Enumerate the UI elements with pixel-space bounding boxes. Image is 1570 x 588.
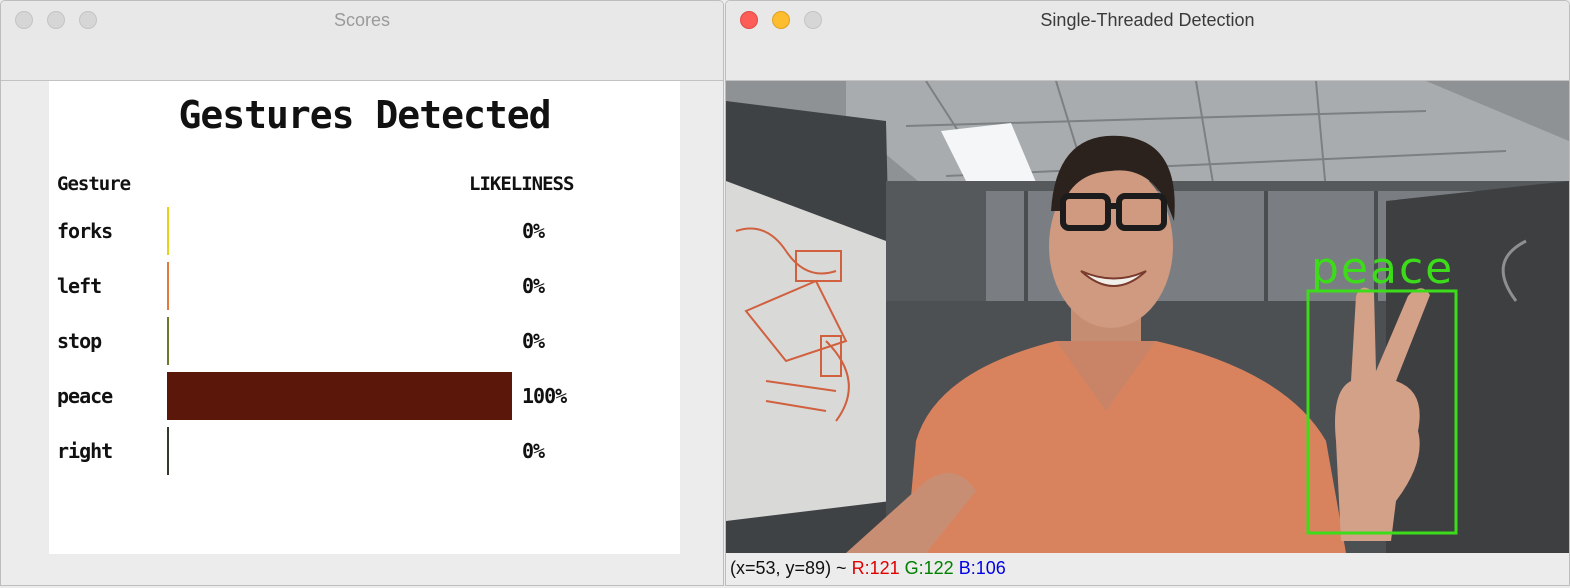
toolbar bbox=[726, 39, 1569, 81]
likeliness-percent: 0% bbox=[522, 219, 545, 243]
likeliness-bar bbox=[167, 317, 169, 365]
toolbar bbox=[1, 39, 723, 81]
likeliness-percent: 0% bbox=[522, 439, 545, 463]
gesture-name: left bbox=[57, 274, 102, 298]
green-value: G:122 bbox=[904, 558, 954, 578]
blue-value: B:106 bbox=[958, 558, 1006, 578]
window-title: Single-Threaded Detection bbox=[1040, 10, 1255, 30]
detection-titlebar: Single-Threaded Detection bbox=[726, 1, 1569, 39]
window-title: Scores bbox=[333, 10, 391, 30]
likeliness-bar bbox=[167, 207, 169, 255]
likeliness-bar bbox=[167, 372, 512, 420]
gesture-name: forks bbox=[57, 219, 113, 243]
detection-label: peace bbox=[1311, 243, 1454, 294]
likeliness-percent: 0% bbox=[522, 329, 545, 353]
gesture-name: peace bbox=[57, 384, 113, 408]
red-value: R:121 bbox=[851, 558, 900, 578]
likeliness-percent: 100% bbox=[522, 384, 567, 408]
likeliness-bar bbox=[167, 427, 169, 475]
cursor-coordinates: (x=53, y=89) ~ bbox=[730, 558, 847, 578]
gesture-name: right bbox=[57, 439, 113, 463]
scores-titlebar: Scores bbox=[1, 1, 723, 39]
gesture-column-header: Gesture bbox=[57, 173, 131, 195]
likeliness-column-header: LIKELINESS bbox=[469, 173, 574, 195]
scores-heading: Gestures Detected bbox=[178, 93, 552, 137]
scores-canvas: Gestures Detected Gesture LIKELINESS for… bbox=[49, 81, 680, 554]
likeliness-bar bbox=[167, 262, 169, 310]
scores-window: Scores Gestures Detected Gesture LIKELIN… bbox=[0, 0, 724, 586]
camera-feed[interactable]: peace bbox=[726, 81, 1569, 553]
detection-window: Single-Threaded Detection peace (x=53, y… bbox=[725, 0, 1570, 586]
gesture-name: stop bbox=[57, 329, 102, 353]
camera-frame-image: peace bbox=[726, 81, 1569, 553]
likeliness-percent: 0% bbox=[522, 274, 545, 298]
status-bar: (x=53, y=89) ~ R:121 G:122 B:106 bbox=[726, 553, 1569, 585]
